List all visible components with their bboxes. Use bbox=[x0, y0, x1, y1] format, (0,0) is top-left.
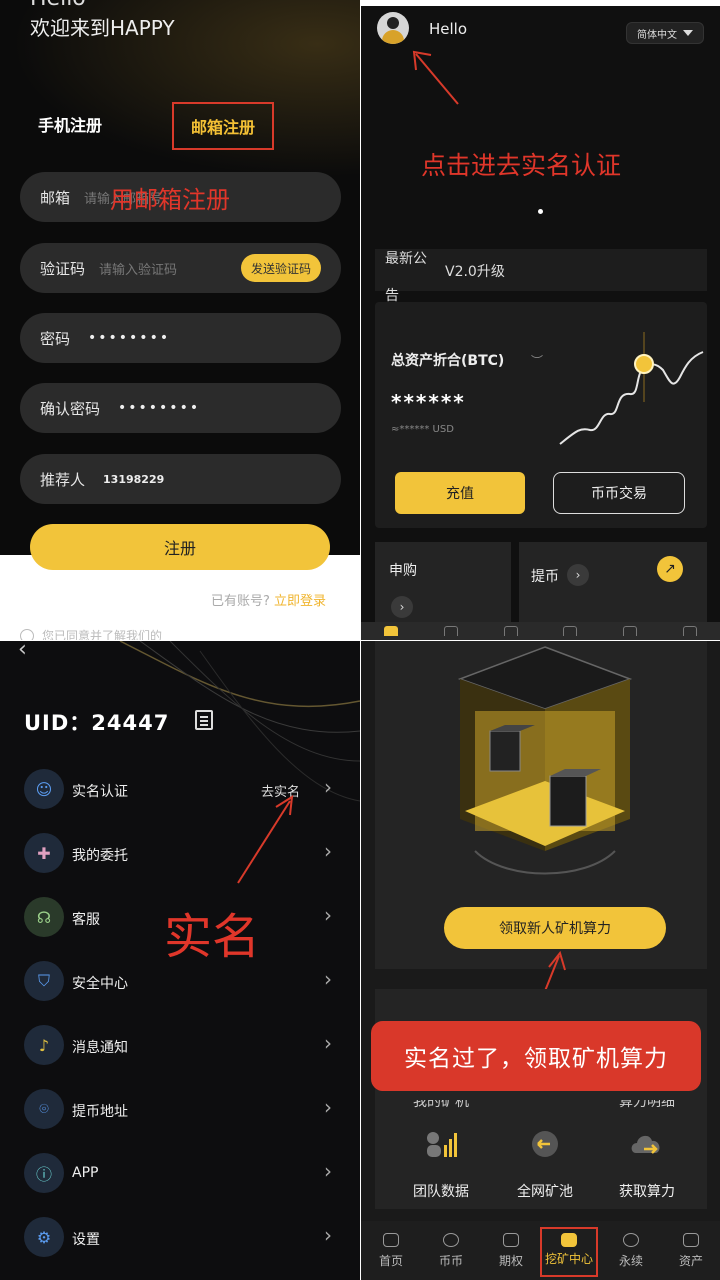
agreement-row[interactable]: 您已同意并了解我们的 bbox=[20, 627, 162, 640]
asset-usd: ≈****** USD bbox=[391, 424, 454, 435]
notice-text: V2.0升级 bbox=[445, 264, 505, 280]
confirm-password-value: •••••••• bbox=[118, 400, 201, 416]
mining-screen: 领取新人矿机算力 我的矿机 算力明细 实名过了，领取矿机算力 团队数据 全网矿池… bbox=[361, 641, 720, 1280]
coin-trade-button[interactable]: 币币交易 bbox=[553, 472, 685, 514]
coin-icon bbox=[443, 1233, 459, 1247]
password-value: •••••••• bbox=[88, 330, 171, 346]
send-code-button[interactable]: 发送验证码 bbox=[240, 254, 321, 282]
wallet-icon bbox=[683, 1233, 699, 1247]
get-hashrate-icon bbox=[631, 1135, 660, 1154]
confirm-password-label: 确认密码 bbox=[40, 399, 101, 418]
home-screen: Hello 简体中文 点击进去实名认证 最新公告 V2.0升级 总资产折合(BT… bbox=[361, 0, 720, 640]
referrer-field[interactable]: 推荐人 13198229 bbox=[20, 454, 341, 504]
nav-coin[interactable]: 币币 bbox=[421, 1221, 481, 1280]
claim-annotation: 实名过了，领取矿机算力 bbox=[371, 1021, 701, 1091]
nav-home[interactable]: 首页 bbox=[361, 1221, 421, 1280]
perpetual-tab-icon[interactable] bbox=[623, 626, 638, 636]
eye-hidden-icon[interactable]: ︶ bbox=[531, 352, 543, 369]
agree-text: 您已同意并了解我们的 bbox=[42, 629, 163, 640]
withdraw-card[interactable]: 提币 › ↗ bbox=[519, 542, 707, 622]
feature-label: 全网矿池 bbox=[517, 1184, 573, 1200]
email-annotation: 用邮箱注册 bbox=[110, 186, 230, 214]
password-label: 密码 bbox=[40, 329, 71, 348]
feature-get-hashrate[interactable]: 获取算力 bbox=[597, 1129, 697, 1201]
withdraw-label: 提币 bbox=[531, 569, 559, 585]
mining-tab-icon[interactable] bbox=[563, 626, 578, 636]
asset-hidden-value: ****** bbox=[391, 390, 466, 414]
agree-checkbox[interactable] bbox=[20, 628, 34, 640]
asset-trend-graphic bbox=[559, 332, 704, 445]
annotation-arrow bbox=[412, 50, 459, 105]
perpetual-icon bbox=[623, 1233, 639, 1247]
login-link[interactable]: 立即登录 bbox=[274, 594, 326, 609]
email-label: 邮箱 bbox=[40, 188, 71, 207]
feature-team-data[interactable]: 团队数据 bbox=[391, 1129, 491, 1201]
mining-icon bbox=[561, 1233, 577, 1247]
referrer-label: 推荐人 bbox=[40, 470, 86, 489]
nav-label: 首页 bbox=[378, 1254, 403, 1268]
code-label: 验证码 bbox=[40, 259, 86, 278]
tab-phone-register[interactable]: 手机注册 bbox=[38, 112, 102, 136]
notice-bar[interactable]: 最新公告 V2.0升级 bbox=[375, 249, 707, 304]
coin-tab-icon[interactable] bbox=[443, 626, 458, 636]
nav-options[interactable]: 期权 bbox=[481, 1221, 541, 1280]
feature-label: 团队数据 bbox=[413, 1184, 469, 1200]
asset-card: 总资产折合(BTC) ︶ ****** ≈****** USD 充值 币币交易 bbox=[375, 302, 707, 528]
home-tab-icon[interactable] bbox=[383, 626, 398, 636]
option-tab-icon[interactable] bbox=[503, 626, 518, 636]
subscribe-label: 申购 bbox=[389, 563, 417, 579]
referrer-value: 13198229 bbox=[103, 472, 165, 486]
nav-perpetual[interactable]: 永续 bbox=[601, 1221, 661, 1280]
tab-bar bbox=[361, 622, 720, 640]
register-screen: Hello 欢迎来到HAPPY 手机注册 邮箱注册 邮箱 请输入邮箱号 用邮箱注… bbox=[0, 0, 360, 640]
nav-label: 期权 bbox=[498, 1254, 523, 1268]
chevron-right-icon: › bbox=[567, 564, 589, 586]
password-field[interactable]: 密码 •••••••• bbox=[20, 313, 341, 363]
home-icon bbox=[383, 1233, 399, 1247]
nav-label: 资产 bbox=[678, 1254, 703, 1268]
bottom-nav: 首页 币币 期权 挖矿中心 永续 资产 bbox=[361, 1221, 720, 1280]
confirm-password-field[interactable]: 确认密码 •••••••• bbox=[20, 383, 341, 433]
notice-label-line1: 最新公 bbox=[385, 251, 427, 267]
nav-assets[interactable]: 资产 bbox=[661, 1221, 720, 1280]
realname-annotation: 点击进去实名认证 bbox=[421, 151, 622, 180]
realname-annotation: 实名 bbox=[164, 909, 261, 965]
team-data-icon bbox=[427, 1132, 457, 1157]
have-account-text: 已有账号? bbox=[210, 594, 270, 609]
recharge-button[interactable]: 充值 bbox=[395, 472, 525, 514]
tab-email-label: 邮箱注册 bbox=[190, 118, 255, 137]
welcome-text: 欢迎来到HAPPY bbox=[30, 16, 175, 40]
asset-title: 总资产折合(BTC) bbox=[391, 353, 505, 369]
profile-screen: ‹ UID：24447 ☺ 实名认证 去实名 › ✚ 我的委托 › ☊ 客服 ›… bbox=[0, 641, 360, 1280]
subscribe-card[interactable]: 申购 › bbox=[375, 542, 511, 622]
have-account-row: 已有账号? 立即登录 bbox=[211, 590, 326, 609]
nav-mining-center[interactable]: 挖矿中心 bbox=[540, 1227, 598, 1277]
code-placeholder: 请输入验证码 bbox=[99, 262, 178, 278]
mining-pool-icon bbox=[532, 1131, 558, 1157]
bar-chart-icon bbox=[503, 1233, 519, 1247]
withdraw-arrow-icon: ↗ bbox=[657, 556, 683, 582]
feature-mining-pool[interactable]: 全网矿池 bbox=[495, 1129, 595, 1201]
register-button[interactable]: 注册 bbox=[30, 524, 330, 570]
nav-label: 币币 bbox=[438, 1254, 463, 1268]
carousel-dot bbox=[538, 209, 543, 214]
chevron-right-icon: › bbox=[391, 596, 413, 618]
code-field[interactable]: 验证码 请输入验证码 发送验证码 bbox=[20, 243, 341, 293]
nav-label: 永续 bbox=[618, 1254, 643, 1268]
nav-label: 挖矿中心 bbox=[544, 1252, 593, 1266]
hello-heading: Hello bbox=[30, 0, 86, 11]
feature-label: 获取算力 bbox=[619, 1184, 675, 1200]
tab-email-register[interactable]: 邮箱注册 bbox=[172, 102, 274, 150]
assets-tab-icon[interactable] bbox=[683, 626, 698, 636]
